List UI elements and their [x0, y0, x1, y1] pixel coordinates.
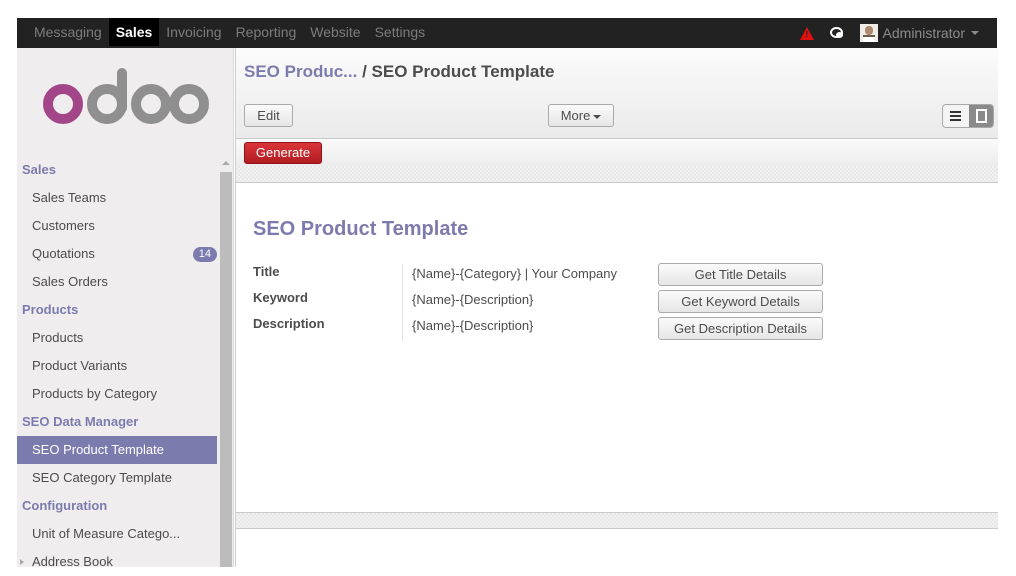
scroll-up-arrow-icon[interactable]	[222, 161, 230, 165]
field-separator	[402, 264, 403, 342]
sidebar-item-unit-of-measure[interactable]: Unit of Measure Catego...	[17, 520, 217, 548]
sheet-background-bottom	[236, 512, 998, 529]
sidebar-section-sales: Sales	[22, 162, 56, 177]
menu-invoicing[interactable]: Invoicing	[159, 18, 228, 46]
logo-o	[169, 84, 209, 124]
breadcrumb: SEO Produc... / SEO Product Template	[244, 62, 554, 82]
user-menu[interactable]: Administrator	[883, 25, 965, 41]
sidebar-scrollbar[interactable]	[218, 156, 233, 567]
sidebar-item-label: Quotations	[32, 246, 95, 261]
breadcrumb-separator: /	[357, 62, 372, 81]
sidebar-item-sales-teams[interactable]: Sales Teams	[17, 184, 217, 212]
record-title: SEO Product Template	[253, 218, 469, 240]
more-button-label: More	[560, 108, 591, 123]
sidebar-section-products: Products	[22, 302, 79, 317]
sidebar-section-seo-data-manager: SEO Data Manager	[22, 414, 139, 429]
sidebar-item-label: Products	[32, 330, 84, 345]
sidebar-item-label: Products by Category	[32, 386, 158, 401]
scrollbar-thumb[interactable]	[220, 172, 232, 567]
menu-messaging[interactable]: Messaging	[27, 18, 109, 46]
more-button[interactable]: More	[548, 104, 614, 127]
sidebar-item-label: Sales Teams	[32, 190, 107, 205]
sheet-background-top	[236, 166, 998, 183]
get-keyword-details-button[interactable]: Get Keyword Details	[658, 290, 823, 313]
sidebar-menu: Sales Sales Teams Customers Quotations 14…	[17, 156, 217, 576]
logo-o	[131, 84, 171, 124]
generate-button[interactable]: Generate	[244, 142, 322, 164]
caret-down-icon[interactable]	[971, 31, 979, 35]
get-title-details-button[interactable]: Get Title Details	[658, 263, 823, 286]
warning-icon[interactable]: !	[799, 26, 814, 40]
sidebar-item-product-variants[interactable]: Product Variants	[17, 352, 217, 380]
sidebar-item-label: SEO Product Template	[32, 442, 164, 457]
sidebar-item-quotations[interactable]: Quotations 14	[17, 240, 217, 268]
logo-o-accent	[43, 84, 83, 124]
view-switcher	[942, 104, 994, 128]
breadcrumb-current: SEO Product Template	[371, 62, 555, 81]
breadcrumb-parent[interactable]: SEO Produc...	[244, 62, 357, 81]
caret-down-icon	[593, 114, 602, 119]
odoo-app: Messaging Sales Invoicing Reporting Webs…	[17, 18, 998, 569]
form-statusbar: Generate	[236, 139, 998, 166]
menu-website[interactable]: Website	[303, 18, 367, 46]
top-navbar: Messaging Sales Invoicing Reporting Webs…	[17, 18, 997, 48]
field-value-keyword: {Name}-{Description}	[412, 292, 534, 307]
systray: ! Administrator	[799, 18, 979, 48]
field-label-title: Title	[253, 264, 280, 279]
field-value-description: {Name}-{Description}	[412, 318, 534, 333]
sidebar-item-label: Product Variants	[32, 358, 128, 373]
field-label-description: Description	[253, 316, 325, 331]
menu-sales[interactable]: Sales	[108, 18, 160, 46]
form-sheet: SEO Product Template Title {Name}-{Categ…	[236, 184, 998, 512]
sidebar-item-products[interactable]: Products	[17, 324, 217, 352]
odoo-logo[interactable]	[39, 68, 209, 128]
sidebar: Sales Sales Teams Customers Quotations 14…	[17, 48, 234, 569]
expand-triangle-icon[interactable]	[20, 559, 24, 565]
sidebar-item-customers[interactable]: Customers	[17, 212, 217, 240]
sidebar-item-label: Sales Orders	[32, 274, 108, 289]
sidebar-item-seo-category-template[interactable]: SEO Category Template	[17, 464, 217, 492]
warning-glyph: !	[805, 29, 809, 39]
form-view-icon[interactable]	[969, 105, 993, 127]
get-description-details-button[interactable]: Get Description Details	[658, 317, 823, 340]
field-value-title: {Name}-{Category} | Your Company	[412, 266, 618, 281]
sidebar-section-configuration: Configuration	[22, 498, 108, 513]
sidebar-item-seo-product-template[interactable]: SEO Product Template	[17, 436, 217, 464]
sidebar-item-sales-orders[interactable]: Sales Orders	[17, 268, 217, 296]
sidebar-item-address-book[interactable]: Address Book	[17, 548, 217, 576]
main-content: SEO Produc... / SEO Product Template Edi…	[235, 48, 998, 567]
chat-icon[interactable]	[829, 26, 844, 40]
field-label-keyword: Keyword	[253, 290, 308, 305]
menu-reporting[interactable]: Reporting	[229, 18, 304, 46]
edit-button[interactable]: Edit	[244, 104, 293, 127]
menu-settings[interactable]: Settings	[368, 18, 433, 46]
avatar[interactable]	[859, 24, 878, 42]
control-panel: SEO Produc... / SEO Product Template Edi…	[236, 48, 998, 139]
list-view-icon[interactable]	[943, 105, 969, 127]
sidebar-item-label: Customers	[32, 218, 95, 233]
sidebar-item-products-by-category[interactable]: Products by Category	[17, 380, 217, 408]
sidebar-item-label: SEO Category Template	[32, 470, 172, 485]
sidebar-item-label: Unit of Measure Catego...	[32, 526, 181, 541]
app-menu: Messaging Sales Invoicing Reporting Webs…	[27, 18, 432, 48]
count-badge: 14	[192, 247, 217, 262]
